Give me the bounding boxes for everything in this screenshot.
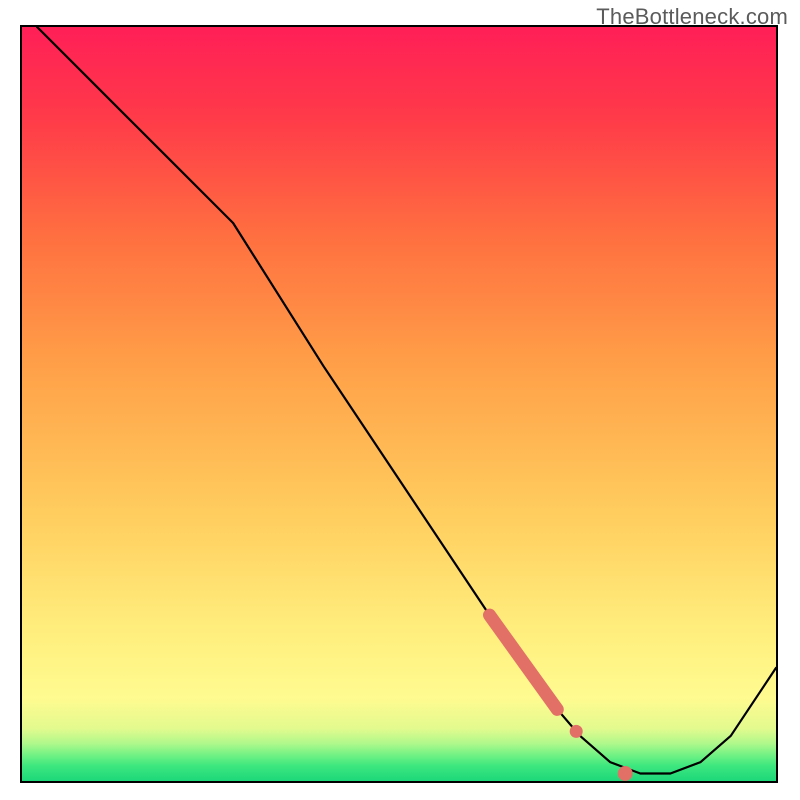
- highlighted-segment: [490, 615, 558, 709]
- plot-area: [20, 25, 778, 783]
- bottleneck-curve: [37, 27, 776, 774]
- highlighted-dot-1: [570, 725, 583, 738]
- bottleneck-chart: TheBottleneck.com: [0, 0, 800, 800]
- plot-foreground: [22, 27, 776, 781]
- watermark-text: TheBottleneck.com: [596, 4, 788, 30]
- optimum-dot: [618, 766, 633, 781]
